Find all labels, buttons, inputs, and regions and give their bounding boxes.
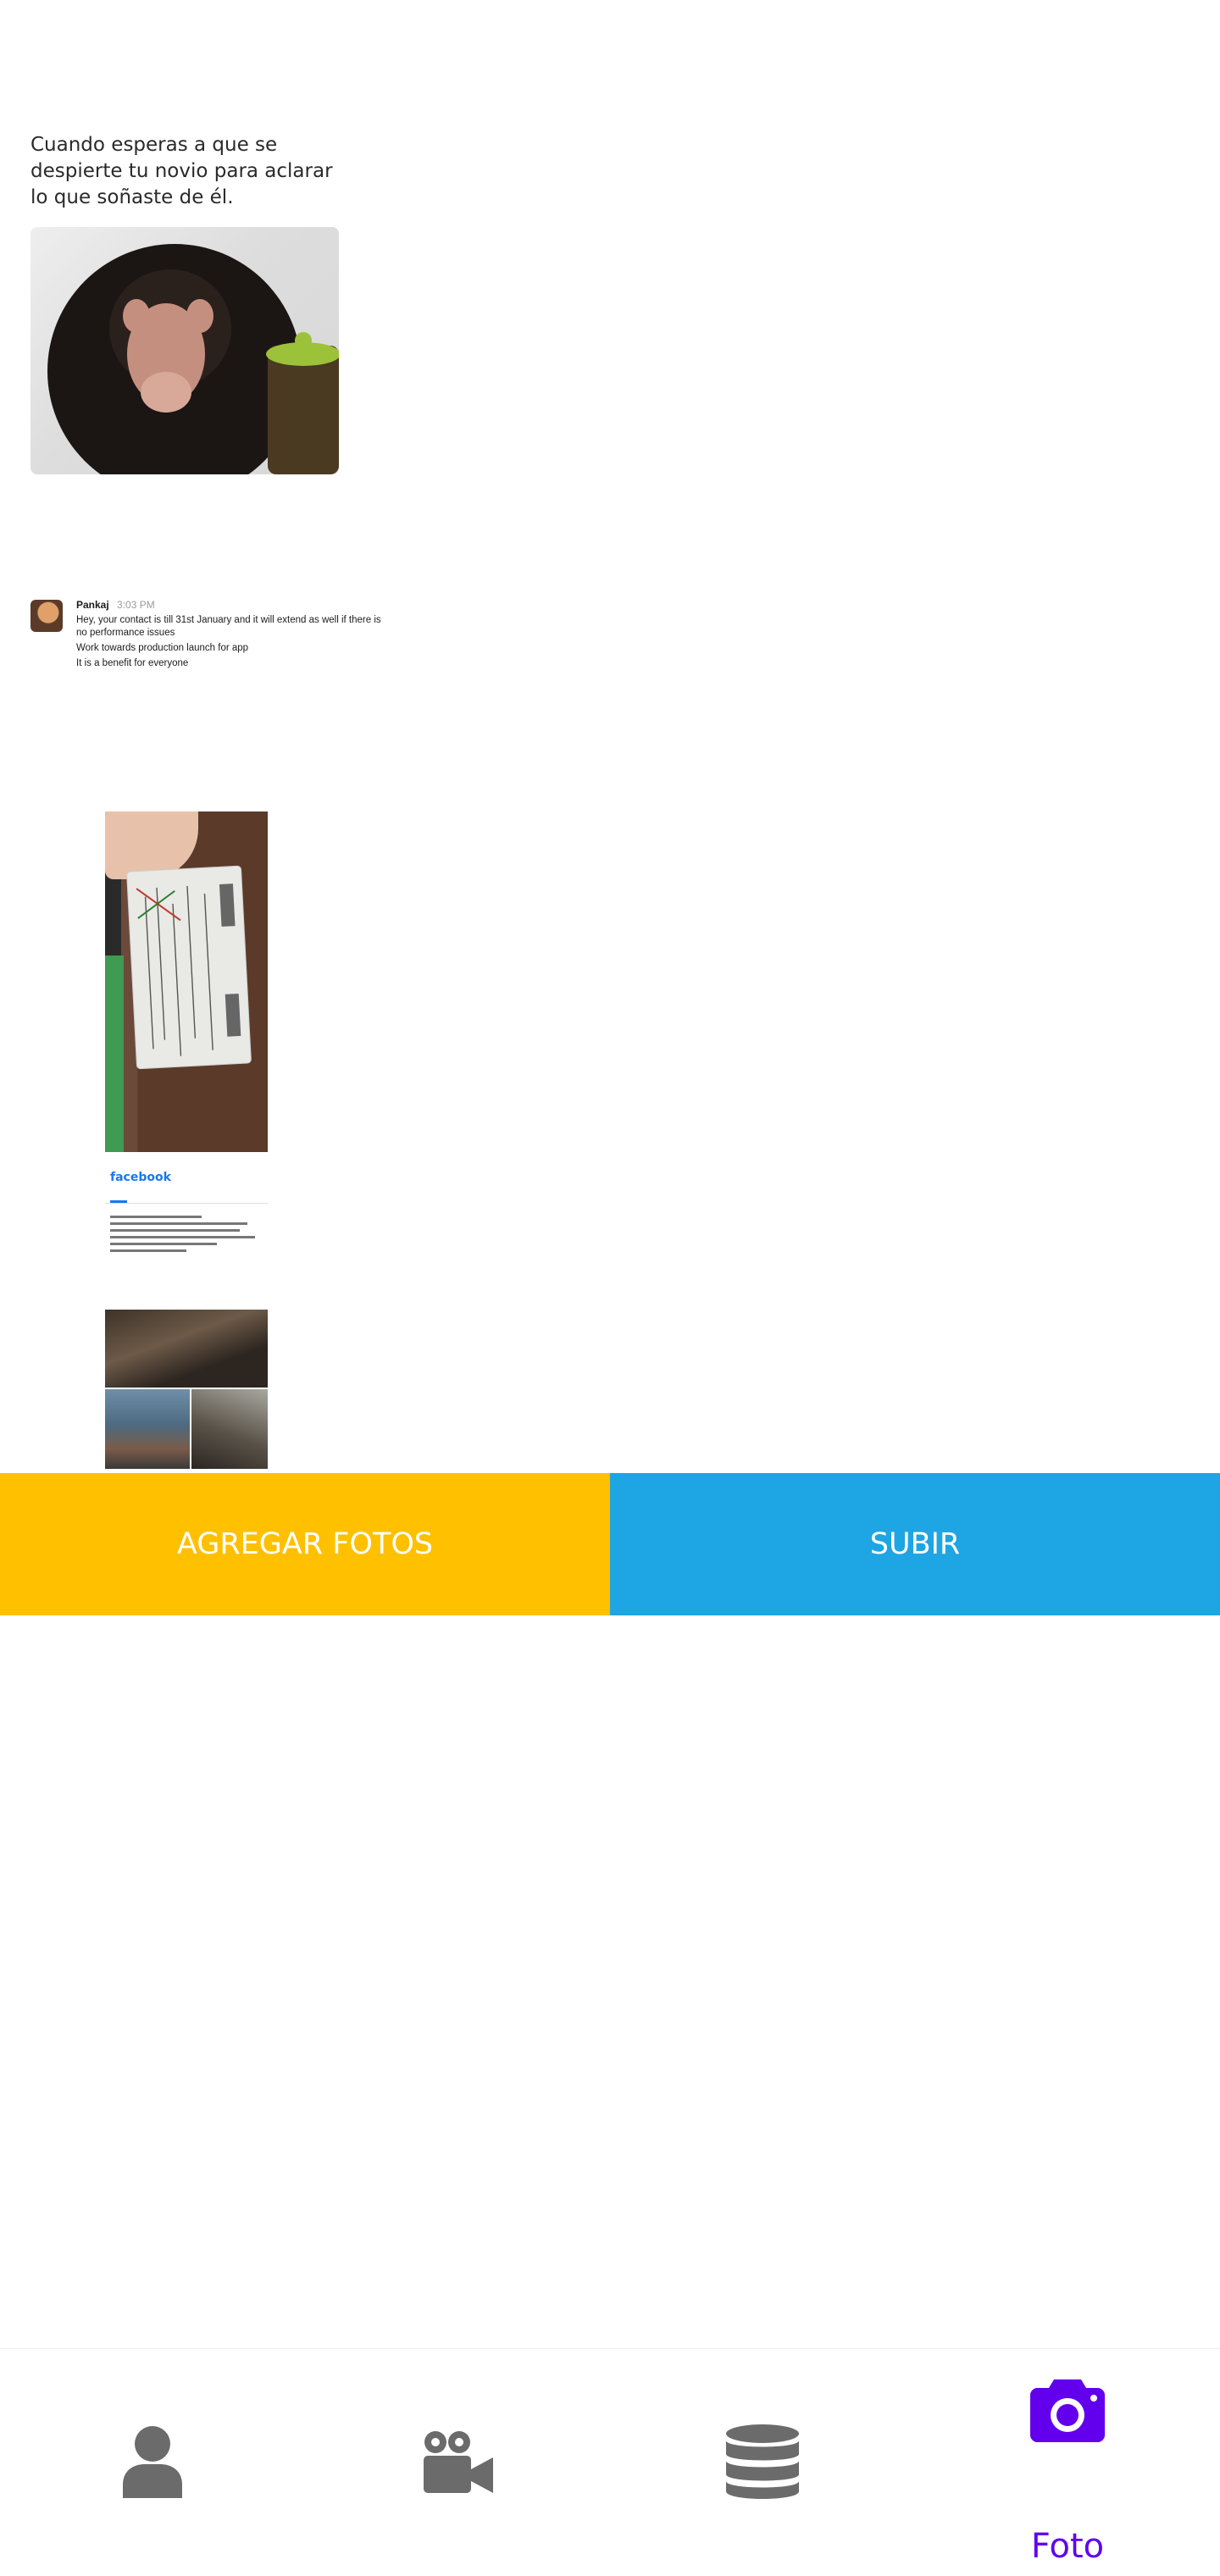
avatar — [30, 600, 63, 632]
message-time: 3:03 PM — [117, 599, 155, 611]
chimp-photo — [30, 227, 339, 474]
message-line: Work towards production launch for app — [76, 643, 249, 653]
nav-item-video[interactable] — [305, 2349, 610, 2576]
card-photo — [105, 812, 268, 1152]
nav-label-photo: Foto — [1030, 2527, 1105, 2566]
post-image — [105, 1389, 190, 1469]
sender-name: Pankaj — [76, 599, 109, 611]
add-photos-button[interactable]: AGREGAR FOTOS — [0, 1473, 610, 1615]
bottom-nav: Foto — [0, 2348, 1220, 2576]
facebook-logo: facebook — [110, 1171, 171, 1184]
tweet-text: Cuando esperas a que se despierte tu nov… — [30, 134, 333, 208]
post-image — [191, 1389, 268, 1469]
video-camera-icon — [424, 2431, 493, 2493]
facebook-post-text — [110, 1211, 263, 1256]
message-line: Hey, your contact is till 31st January a… — [76, 615, 381, 638]
nav-item-database[interactable] — [610, 2349, 915, 2576]
post-image — [105, 1310, 268, 1388]
nav-item-profile[interactable] — [0, 2349, 305, 2576]
facebook-screen: facebook — [105, 1154, 268, 1272]
phone-screenshot: facebook — [105, 812, 268, 1469]
upload-button[interactable]: SUBIR — [610, 1473, 1220, 1615]
camera-icon — [1030, 2379, 1105, 2442]
database-icon — [726, 2424, 799, 2499]
nav-item-photo[interactable]: Foto — [915, 2349, 1220, 2576]
facebook-tabs — [105, 1188, 268, 1204]
user-icon — [123, 2426, 182, 2498]
message-line: It is a benefit for everyone — [76, 658, 189, 668]
